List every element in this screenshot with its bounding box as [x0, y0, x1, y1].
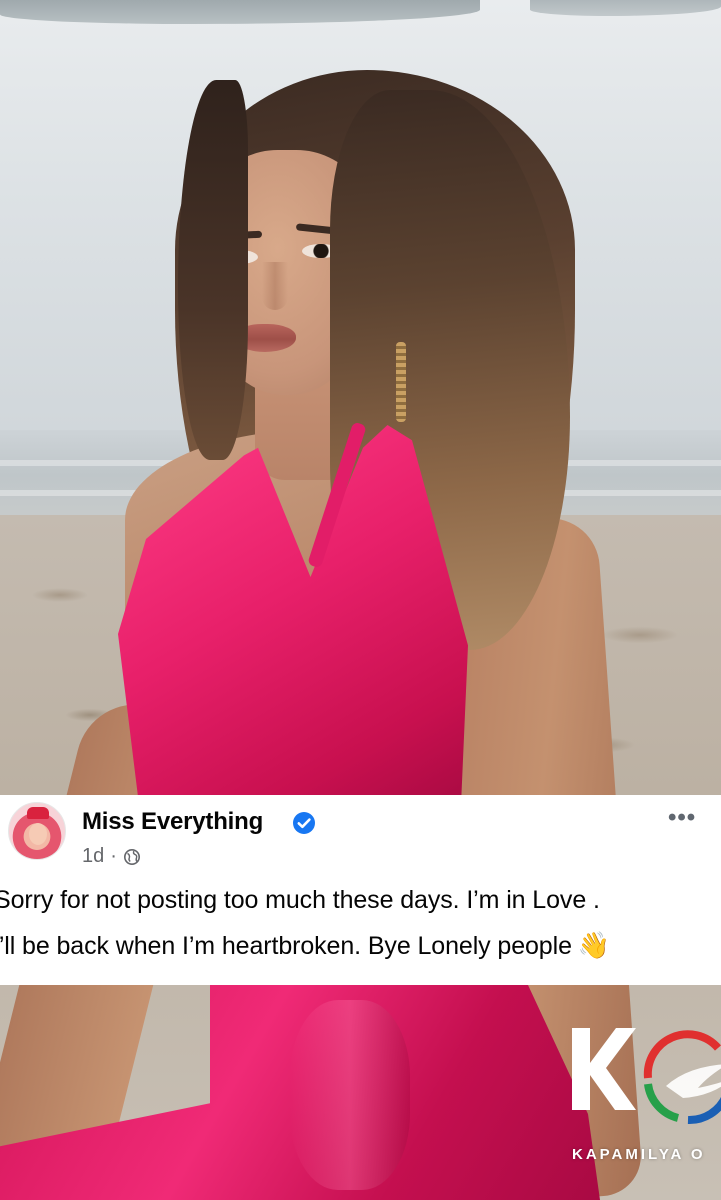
post-timestamp[interactable]: 1d — [82, 845, 104, 868]
author-avatar[interactable] — [8, 802, 66, 860]
watermark-logo-o — [643, 1030, 721, 1125]
watermark-logo-k — [572, 1028, 636, 1110]
globe-icon — [123, 848, 140, 865]
meta-separator: · — [110, 845, 117, 867]
verified-badge-icon — [293, 812, 315, 834]
earring — [396, 342, 406, 422]
nose — [262, 262, 288, 310]
watermark-text: KAPAMILYA O — [572, 1146, 706, 1163]
post-text-line: I’ll be back when I’m heartbroken. Bye L… — [0, 930, 611, 960]
author-name[interactable]: Miss Everything — [82, 808, 263, 836]
post-meta: 1d · — [82, 845, 141, 868]
post-text-line: Sorry for not posting too much these day… — [0, 886, 600, 914]
waving-hand-emoji: 👋 — [577, 930, 611, 960]
more-options-button[interactable]: ••• — [668, 804, 696, 832]
